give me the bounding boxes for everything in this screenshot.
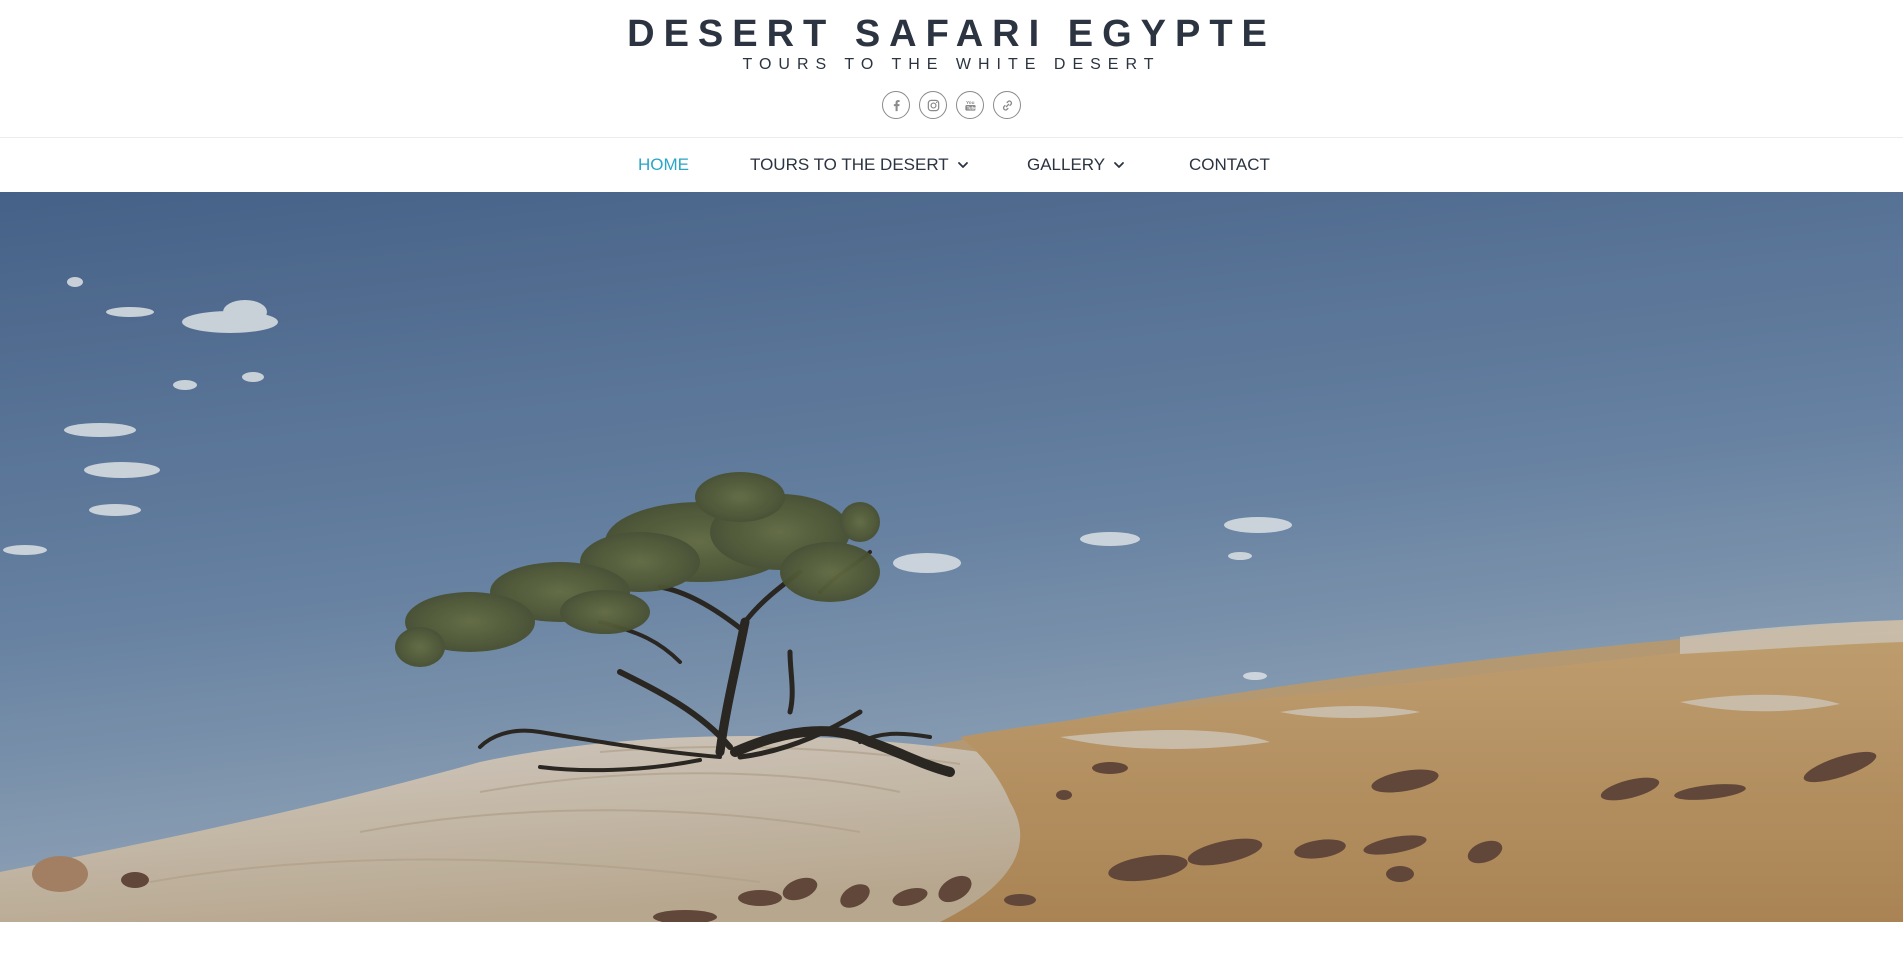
chevron-down-icon bbox=[1114, 162, 1125, 168]
nav-item-home[interactable]: HOME bbox=[638, 155, 689, 175]
youtube-icon: You Tube bbox=[964, 100, 977, 111]
facebook-button[interactable] bbox=[882, 91, 910, 119]
site-title[interactable]: DESERT SAFARI EGYPTE bbox=[0, 12, 1903, 56]
social-links: You Tube bbox=[0, 91, 1903, 119]
chevron-down-icon bbox=[957, 162, 968, 168]
nav-item-label: GALLERY bbox=[1027, 155, 1106, 174]
site-tagline: TOURS TO THE WHITE DESERT bbox=[742, 56, 1161, 73]
nav-item-tours[interactable]: TOURS TO THE DESERT bbox=[750, 155, 969, 175]
nav-item-gallery[interactable]: GALLERY bbox=[1027, 155, 1125, 175]
hero-image bbox=[0, 192, 1903, 922]
nav-menu: HOME TOURS TO THE DESERT GALLERY CONTACT bbox=[0, 138, 1903, 191]
youtube-button[interactable]: You Tube bbox=[956, 91, 984, 119]
hero-banner bbox=[0, 192, 1903, 922]
hero-overlay bbox=[0, 192, 1903, 922]
link-icon bbox=[1002, 99, 1012, 111]
nav-item-contact[interactable]: CONTACT bbox=[1189, 155, 1270, 175]
svg-text:You: You bbox=[966, 100, 975, 105]
site-header: DESERT SAFARI EGYPTE TOURS TO THE WHITE … bbox=[0, 0, 1903, 138]
link-button[interactable] bbox=[993, 91, 1021, 119]
svg-text:Tube: Tube bbox=[966, 105, 976, 110]
nav-item-label: HOME bbox=[638, 155, 689, 174]
facebook-icon bbox=[893, 99, 900, 111]
instagram-button[interactable] bbox=[919, 91, 947, 119]
nav-item-label: CONTACT bbox=[1189, 155, 1270, 174]
nav-item-label: TOURS TO THE DESERT bbox=[750, 155, 949, 174]
instagram-icon bbox=[927, 99, 939, 111]
main-navigation: HOME TOURS TO THE DESERT GALLERY CONTACT bbox=[0, 138, 1903, 191]
